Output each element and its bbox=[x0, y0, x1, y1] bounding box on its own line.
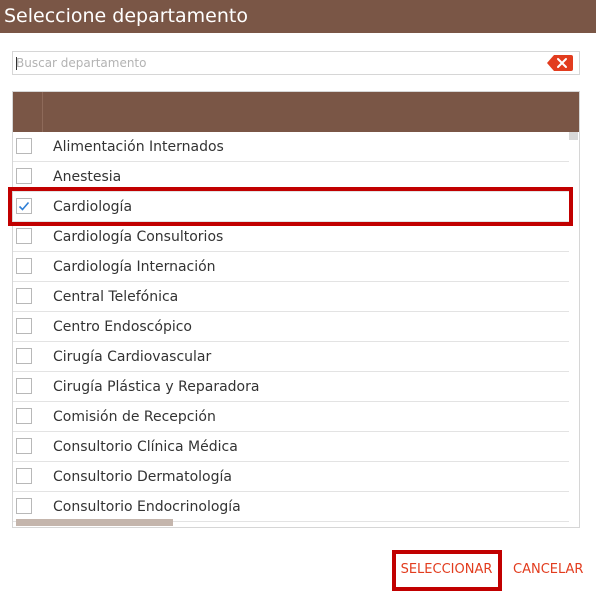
row-checkbox[interactable] bbox=[16, 498, 32, 514]
row-checkbox[interactable] bbox=[16, 318, 32, 334]
row-checkbox[interactable] bbox=[16, 378, 32, 394]
text-caret bbox=[16, 57, 17, 70]
list-item-label: Cardiología Internación bbox=[53, 259, 216, 275]
search-input[interactable] bbox=[13, 52, 536, 74]
list-item-label: Cirugía Cardiovascular bbox=[53, 349, 212, 365]
list-item-label: Consultorio Clínica Médica bbox=[53, 439, 238, 455]
list-item[interactable]: Consultorio Dermatología bbox=[13, 462, 569, 492]
list-item[interactable]: Comisión de Recepción bbox=[13, 402, 569, 432]
list-item-label: Centro Endoscópico bbox=[53, 319, 192, 335]
vertical-scrollbar[interactable] bbox=[569, 132, 578, 140]
row-checkbox[interactable] bbox=[16, 408, 32, 424]
row-checkbox[interactable] bbox=[16, 228, 32, 244]
department-grid: Alimentación Internados Anestesia Cardiolo… bbox=[12, 91, 580, 528]
list-item-label: Alimentación Internados bbox=[53, 139, 224, 155]
dialog-title: Seleccione departamento bbox=[0, 0, 596, 33]
selected-row-highlight bbox=[8, 187, 573, 226]
list-item-label: Comisión de Recepción bbox=[53, 409, 216, 425]
clear-search-button[interactable] bbox=[547, 55, 573, 71]
list-item[interactable]: Cardiología Consultorios bbox=[13, 222, 569, 252]
column-divider bbox=[42, 92, 43, 132]
select-button-highlight bbox=[392, 550, 502, 591]
list-item-label: Consultorio Endocrinología bbox=[53, 499, 241, 515]
row-checkbox[interactable] bbox=[16, 438, 32, 454]
list-item[interactable]: Consultorio Endocrinología bbox=[13, 492, 569, 522]
row-checkbox[interactable] bbox=[16, 138, 32, 154]
list-item[interactable]: Centro Endoscópico bbox=[13, 312, 569, 342]
row-checkbox[interactable] bbox=[16, 348, 32, 364]
list-item[interactable]: Cirugía Cardiovascular bbox=[13, 342, 569, 372]
row-checkbox[interactable] bbox=[16, 168, 32, 184]
list-item[interactable]: Central Telefónica bbox=[13, 282, 569, 312]
list-item-label: Consultorio Dermatología bbox=[53, 469, 232, 485]
cancel-button[interactable]: CANCELAR bbox=[513, 560, 583, 580]
row-checkbox[interactable] bbox=[16, 288, 32, 304]
close-icon bbox=[547, 55, 573, 71]
list-item[interactable]: Consultorio Clínica Médica bbox=[13, 432, 569, 462]
list-item-label: Central Telefónica bbox=[53, 289, 179, 305]
search-box[interactable] bbox=[12, 51, 580, 75]
list-item[interactable]: Cirugía Plástica y Reparadora bbox=[13, 372, 569, 402]
row-checkbox[interactable] bbox=[16, 258, 32, 274]
list-item-label: Cirugía Plástica y Reparadora bbox=[53, 379, 260, 395]
list-item[interactable]: Cardiología Internación bbox=[13, 252, 569, 282]
horizontal-scrollbar[interactable] bbox=[16, 519, 173, 526]
list-item[interactable]: Alimentación Internados bbox=[13, 132, 569, 162]
row-checkbox[interactable] bbox=[16, 468, 32, 484]
grid-header bbox=[13, 92, 579, 132]
list-item-label: Cardiología Consultorios bbox=[53, 229, 224, 245]
